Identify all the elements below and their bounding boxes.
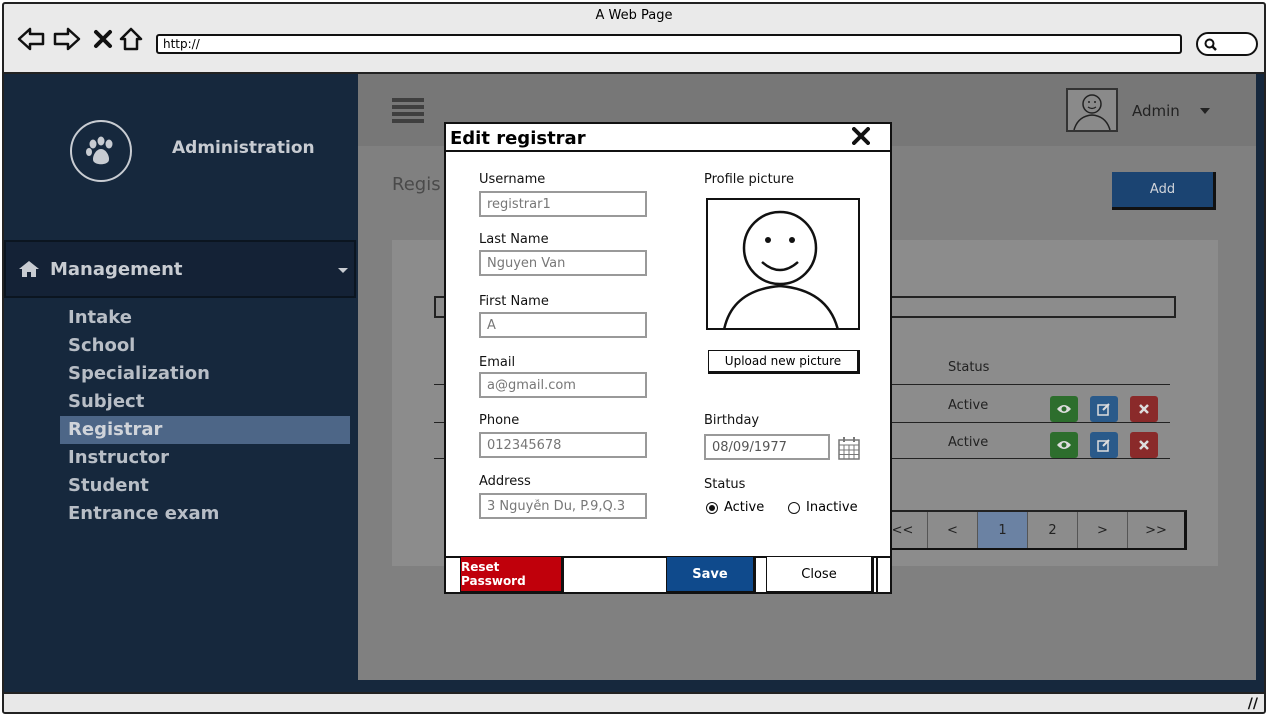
edit-icon[interactable] bbox=[1090, 432, 1118, 458]
status-active-label: Active bbox=[724, 500, 765, 515]
sidebar-item-student[interactable]: Student bbox=[60, 472, 350, 500]
sidebar-item-subject[interactable]: Subject bbox=[60, 388, 350, 416]
calendar-icon[interactable] bbox=[838, 436, 860, 464]
radio-unselected-icon bbox=[788, 501, 800, 514]
eye-icon[interactable] bbox=[1050, 432, 1078, 458]
pagination: << < 1 2 > >> bbox=[876, 510, 1187, 550]
add-button[interactable]: Add bbox=[1112, 172, 1216, 210]
resize-grip-icon[interactable]: // bbox=[1248, 696, 1258, 712]
address-field[interactable] bbox=[479, 493, 647, 519]
home-icon[interactable] bbox=[116, 24, 146, 54]
username-field[interactable] bbox=[479, 191, 647, 217]
delete-icon[interactable] bbox=[1130, 432, 1158, 458]
last-name-label: Last Name bbox=[479, 232, 549, 247]
forward-icon[interactable] bbox=[52, 24, 82, 54]
eye-icon[interactable] bbox=[1050, 396, 1078, 422]
management-menu-toggle[interactable]: Management bbox=[4, 240, 356, 298]
first-name-field[interactable] bbox=[479, 312, 647, 338]
phone-label: Phone bbox=[479, 413, 520, 428]
close-icon[interactable] bbox=[852, 126, 870, 151]
page-title: Regis bbox=[392, 174, 441, 195]
browser-window: A Web Page http:// Administration Manage… bbox=[2, 2, 1266, 714]
row-status: Active bbox=[948, 435, 989, 450]
modal-header-divider bbox=[446, 150, 890, 152]
page-right-edge bbox=[1256, 74, 1264, 692]
email-label: Email bbox=[479, 355, 516, 370]
sidebar-item-intake[interactable]: Intake bbox=[60, 304, 350, 332]
window-title: A Web Page bbox=[595, 8, 673, 23]
page-last-button[interactable]: >> bbox=[1128, 512, 1184, 548]
sidebar-item-specialization[interactable]: Specialization bbox=[60, 360, 350, 388]
status-active-radio[interactable]: Active bbox=[706, 500, 764, 515]
user-menu-chevron-icon[interactable] bbox=[1200, 108, 1210, 114]
sidebar-item-instructor[interactable]: Instructor bbox=[60, 444, 350, 472]
paw-logo-icon bbox=[70, 120, 132, 182]
home-icon bbox=[19, 261, 39, 277]
modal-footer-edge bbox=[876, 556, 878, 594]
modal-title: Edit registrar bbox=[450, 128, 586, 149]
avatar[interactable] bbox=[1066, 88, 1118, 132]
column-header-status: Status bbox=[948, 360, 990, 375]
browser-status-bar: // bbox=[4, 692, 1264, 712]
status-inactive-radio[interactable]: Inactive bbox=[788, 500, 858, 515]
close-button[interactable]: Close bbox=[766, 556, 874, 594]
reset-password-button[interactable]: Reset Password bbox=[460, 556, 564, 594]
last-name-field[interactable] bbox=[479, 250, 647, 276]
sidebar: Administration Management Intake School … bbox=[4, 74, 358, 692]
page-next-button[interactable]: > bbox=[1078, 512, 1128, 548]
stop-icon[interactable] bbox=[88, 24, 118, 54]
page-1-button[interactable]: 1 bbox=[978, 512, 1028, 548]
email-field[interactable] bbox=[479, 372, 647, 398]
hamburger-menu-icon[interactable] bbox=[392, 98, 424, 124]
sidebar-item-entrance-exam[interactable]: Entrance exam bbox=[60, 500, 350, 528]
back-icon[interactable] bbox=[16, 24, 46, 54]
address-bar[interactable]: http:// bbox=[156, 34, 1182, 54]
delete-icon[interactable] bbox=[1130, 396, 1158, 422]
row-status: Active bbox=[948, 398, 989, 413]
chevron-down-icon bbox=[338, 268, 348, 273]
birthday-label: Birthday bbox=[704, 413, 760, 428]
page-bottom-edge bbox=[4, 680, 1264, 692]
management-label: Management bbox=[50, 258, 183, 280]
username-label: Username bbox=[479, 172, 546, 187]
upload-picture-button[interactable]: Upload new picture bbox=[708, 350, 860, 374]
status-label: Status bbox=[704, 477, 746, 492]
radio-selected-icon bbox=[706, 501, 718, 514]
save-button[interactable]: Save bbox=[666, 556, 756, 594]
edit-icon[interactable] bbox=[1090, 396, 1118, 422]
user-name[interactable]: Admin bbox=[1132, 102, 1180, 120]
sidebar-item-registrar[interactable]: Registrar bbox=[60, 416, 350, 444]
edit-registrar-modal: Edit registrar Username Last Name First … bbox=[444, 122, 892, 594]
page-2-button[interactable]: 2 bbox=[1028, 512, 1078, 548]
profile-picture-label: Profile picture bbox=[704, 172, 794, 187]
address-label: Address bbox=[479, 474, 531, 489]
browser-search-box[interactable] bbox=[1196, 32, 1258, 56]
page-prev-button[interactable]: < bbox=[928, 512, 978, 548]
brand-title: Administration bbox=[172, 138, 315, 158]
search-icon bbox=[1204, 38, 1217, 51]
birthday-field[interactable] bbox=[704, 434, 830, 460]
sidebar-item-school[interactable]: School bbox=[60, 332, 350, 360]
first-name-label: First Name bbox=[479, 294, 549, 309]
phone-field[interactable] bbox=[479, 432, 647, 458]
profile-picture bbox=[706, 198, 860, 330]
status-inactive-label: Inactive bbox=[806, 500, 858, 515]
